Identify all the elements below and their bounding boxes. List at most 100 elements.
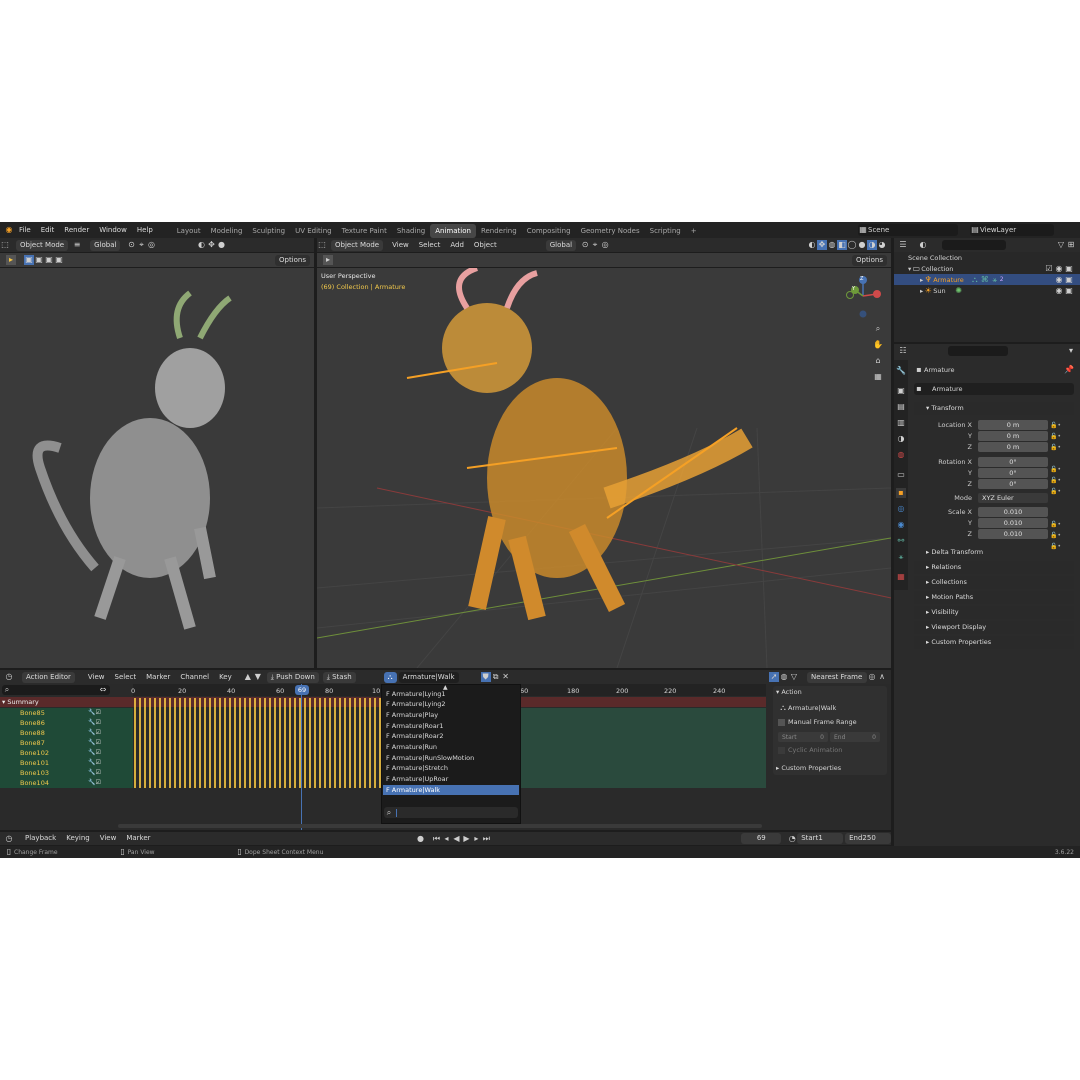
rotation-z-field[interactable]: 0° [978,479,1048,489]
preview-range-icon[interactable]: ◔ [787,834,797,844]
ds-menu-key[interactable]: Key [214,670,237,684]
location-y-field[interactable]: 0 m [978,431,1048,441]
scene-tab-icon[interactable]: ◑ [896,434,906,444]
keyframes-area[interactable] [134,698,382,788]
outliner-sun-row[interactable]: ▸ ☀ Sun ✺ ◉ ▣ [894,285,1080,296]
unlink-action-icon[interactable]: ✕ [501,672,511,682]
menu-file[interactable]: File [14,222,36,238]
pivot-icon[interactable]: ⊙ [126,240,136,250]
main-overlay-icon[interactable]: ◍ [827,240,837,250]
select-extend-icon[interactable]: ▣ [34,255,44,265]
physics-tab-icon[interactable]: ◉ [896,520,906,530]
manual-range-box[interactable] [778,718,785,726]
ds-filter-icon[interactable]: ▽ [789,672,799,682]
ds-proportional-falloff-icon[interactable]: ∧ [877,672,887,682]
channel-toggle-column[interactable]: 🔧☑ 🔧☑ 🔧☑ 🔧☑ 🔧☑ 🔧☑ 🔧☑ 🔧☑ [88,708,114,788]
main-play-mode-icon[interactable]: ▸ [323,255,333,265]
left-viewport[interactable] [0,268,314,668]
timeline-end-field[interactable]: End250 [845,833,891,844]
push-down-button[interactable]: ⤓ Push Down [266,671,319,683]
main-viewport[interactable]: User Perspective (69) Collection | Armat… [317,268,891,668]
action-panel-header[interactable]: ▾ Action [776,688,802,696]
collection-camera-icon[interactable]: ▣ [1064,264,1074,274]
timeline-editor-icon[interactable]: ◷ [4,834,14,844]
outliner-collection-row[interactable]: ▾ ▭ Collection ☑ ◉ ▣ [894,263,1080,274]
blender-logo-icon[interactable]: ◉ [4,225,14,235]
main-snap-icon[interactable]: ⌖ [590,240,600,250]
scale-x-field[interactable]: 0.010 [978,507,1048,517]
rotation-x-field[interactable]: 0° [978,457,1048,467]
rotation-y-field[interactable]: 0° [978,468,1048,478]
manual-frame-range-checkbox[interactable]: Manual Frame Range [778,718,857,726]
main-menu-object[interactable]: Object [469,238,502,252]
action-end-field[interactable]: End 0 [830,732,880,742]
action-name-field[interactable]: Armature|Walk [398,671,459,683]
camera-icon[interactable]: ⌂ [873,356,883,366]
sun-eye-icon[interactable]: ◉ [1054,286,1064,296]
view-layer-selector[interactable]: ▤ ViewLayer [970,224,1054,236]
jump-end-icon[interactable]: ⏭ [481,834,491,844]
tab-texture-paint[interactable]: Texture Paint [337,224,392,238]
object-tab-icon[interactable]: ▪ [896,488,906,498]
action-list-item[interactable]: F Armature|Roar2 [383,731,519,741]
select-invert-icon[interactable]: ▣ [54,255,64,265]
tab-uv-editing[interactable]: UV Editing [290,224,337,238]
outliner-display-icon[interactable]: ◐ [918,240,928,250]
view-layer-tab-icon[interactable]: ▥ [896,418,906,428]
navigation-gizmo[interactable]: Z Y [843,274,889,320]
custom-properties-section[interactable]: ▸ Custom Properties [914,636,1074,649]
main-options-button[interactable]: Options [851,254,887,266]
filter-icon[interactable]: ▽ [1056,240,1066,250]
new-collection-icon[interactable]: ⊞ [1066,240,1076,250]
ds-custom-properties-section[interactable]: ▸ Custom Properties [773,762,887,775]
scene-selector[interactable]: ▦ Scene [858,224,958,236]
ds-menu-channel[interactable]: Channel [175,670,214,684]
solid-shading-icon[interactable]: ● [857,240,867,250]
main-menu-view[interactable]: View [387,238,414,252]
delta-transform-row[interactable]: ▸ Delta Transform [926,548,983,556]
left-mode-dropdown[interactable]: Object Mode [16,239,69,251]
play-icon[interactable]: ▶ [461,834,471,844]
relations-section[interactable]: ▸ Relations [914,561,1074,574]
sun-camera-icon[interactable]: ▣ [1064,286,1074,296]
menu-help[interactable]: Help [132,222,158,238]
armature-eye-icon[interactable]: ◉ [1054,275,1064,285]
snap-icon[interactable]: ⌖ [136,240,146,250]
main-editor-type-icon[interactable]: ⬚ [317,240,327,250]
transform-section-header[interactable]: ▾ Transform [914,402,1074,415]
cyclic-box[interactable] [778,746,785,754]
playhead-line[interactable] [301,684,302,830]
outliner-search-input[interactable] [942,240,1006,250]
output-tab-icon[interactable]: ▤ [896,402,906,412]
action-list-item[interactable]: F Armature|Lying2 [383,699,519,709]
cyclic-animation-checkbox[interactable]: Cyclic Animation [778,746,842,754]
pan-hand-icon[interactable]: ✋ [873,340,883,350]
prev-key-icon[interactable]: ◂ [441,834,451,844]
keyframes-area-right[interactable] [520,708,766,788]
tab-modeling[interactable]: Modeling [206,224,248,238]
rendered-shading-icon[interactable]: ◕ [877,240,887,250]
menu-window[interactable]: Window [94,222,132,238]
dopesheet-scrollbar[interactable] [118,824,762,828]
jump-start-icon[interactable]: ⏮ [432,834,442,844]
fake-user-icon[interactable]: ⛊ [480,672,491,682]
channel-collapse-icon[interactable]: ⇔ [98,685,108,695]
timeline-start-field[interactable]: Start1 [797,833,844,844]
pin-icon[interactable]: 📌 [1064,365,1074,375]
collection-tab-icon[interactable]: ▭ [896,470,906,480]
xray-icon[interactable]: ◧ [837,240,847,250]
tab-compositing[interactable]: Compositing [522,224,576,238]
select-subtract-icon[interactable]: ▣ [44,255,54,265]
visibility-icon[interactable]: ◐ [196,240,206,250]
layer-up-icon[interactable]: ▲ [243,672,253,682]
collection-eye-icon[interactable]: ◉ [1054,264,1064,274]
new-action-icon[interactable]: ⧉ [491,672,501,682]
location-z-field[interactable]: 0 m [978,442,1048,452]
rotation-mode-dropdown[interactable]: XYZ Euler [978,493,1048,503]
action-list-item[interactable]: F Armature|Play [383,710,519,720]
timeline-menu-playback[interactable]: Playback [20,832,61,845]
only-selected-icon[interactable]: ➚ [769,672,779,682]
next-key-icon[interactable]: ▸ [471,834,481,844]
scale-y-field[interactable]: 0.010 [978,518,1048,528]
armature-data-tab-icon[interactable]: ⚹ [896,552,906,562]
